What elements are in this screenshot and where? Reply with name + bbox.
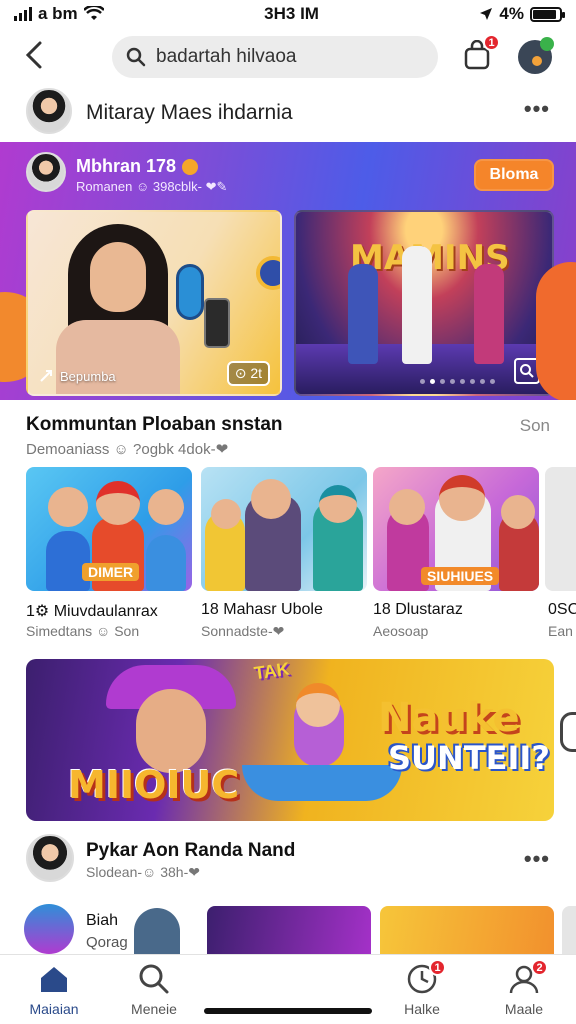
promo-right-subtitle: SUNTEII? <box>388 739 550 777</box>
search-icon <box>126 47 146 67</box>
clock: 3H3 IM <box>264 4 319 23</box>
nav-home[interactable]: Maiaian <box>14 963 94 1017</box>
nav-badge: 2 <box>531 959 548 976</box>
profile-indicator <box>532 56 542 66</box>
nav-profile[interactable]: 2 Maale <box>484 959 564 1017</box>
row-sublabel: Qorag <box>86 934 128 951</box>
hero-card-video[interactable]: Bepumba ⊙ 2t <box>26 210 282 396</box>
video-tile[interactable] <box>545 467 576 591</box>
tile-caption[interactable]: 1⚙ Miuvdaulanrax <box>26 601 158 621</box>
tile-banner: SIUHIUES <box>421 567 500 585</box>
video-tile[interactable]: DIMER <box>26 467 192 591</box>
search-icon <box>139 964 169 994</box>
nav-activity[interactable]: 1 Halke <box>382 959 462 1017</box>
nav-search[interactable]: Meneie <box>114 963 194 1017</box>
tile-subtitle: Sonnadste-❤ <box>201 623 285 639</box>
search-bar[interactable] <box>112 36 438 78</box>
profile-button[interactable] <box>518 37 554 74</box>
dancer-figure <box>348 264 378 364</box>
promo-banner[interactable]: MIIOIUC TAK Nauke SUNTEII? <box>26 659 554 821</box>
promo-kid-head <box>296 683 340 727</box>
home-icon <box>41 967 67 992</box>
row-label: Biah <box>86 912 119 929</box>
online-dot <box>540 37 554 51</box>
nav-label: Maiaian <box>29 1001 79 1017</box>
search-input[interactable] <box>156 46 416 68</box>
ring-illustration <box>256 256 280 290</box>
hero-avatar[interactable] <box>26 152 66 192</box>
channel-subtitle: Slodean-☺ 38h-❤ <box>86 864 200 880</box>
status-bar: a bm 3H3 IM 4% <box>0 0 576 28</box>
carrier-label: a bm <box>38 4 78 23</box>
verified-icon <box>182 158 199 175</box>
section-title[interactable]: Kommuntan Ploaban snstan <box>26 414 283 436</box>
signal-icon <box>14 7 32 21</box>
link-icon <box>40 370 52 382</box>
wifi-icon <box>83 6 104 20</box>
promo-face <box>136 689 206 773</box>
tile-banner: DIMER <box>82 563 140 581</box>
tile-caption[interactable]: 18 Dlustaraz <box>373 601 463 619</box>
card-count: ⊙ 2t <box>226 361 270 386</box>
hero-card-stage[interactable]: MAMINS <box>294 210 554 396</box>
nav-badge: 1 <box>429 959 446 976</box>
promo-boat <box>242 765 402 801</box>
hero-banner: Mbhran 178 Romanen ☺ 398cblk- ❤✎ Bloma B… <box>0 142 576 400</box>
section-side-label[interactable]: Son <box>520 416 550 436</box>
more-options-button[interactable]: ••• <box>524 846 550 872</box>
location-icon <box>480 8 493 20</box>
story-avatar[interactable] <box>134 908 180 954</box>
next-card-peek[interactable] <box>560 712 576 752</box>
notification-badge: 1 <box>483 34 500 51</box>
channel-name[interactable]: Pykar Aon Randa Nand <box>86 840 295 862</box>
dancer-figure <box>402 246 432 364</box>
top-bar: 1 <box>0 34 576 80</box>
story-avatar[interactable] <box>24 904 74 954</box>
nav-label: Maale <box>504 1001 544 1017</box>
channel-header: Mitaray Maes ihdarnia ••• <box>0 88 576 138</box>
hero-action-button[interactable]: Bloma <box>474 159 554 191</box>
promo-right-title: Nauke <box>378 695 520 741</box>
card-label-text: Bepumba <box>60 368 116 384</box>
video-tile[interactable] <box>380 906 554 954</box>
video-tile[interactable] <box>562 906 576 954</box>
zoom-icon <box>520 364 534 378</box>
video-tile[interactable]: SIUHIUES <box>373 467 539 591</box>
section-subtitle: Demoaniass ☺ ?ogbk 4dok-❤ <box>26 441 229 458</box>
notifications-button[interactable]: 1 <box>462 34 500 70</box>
channel-name[interactable]: Mitaray Maes ihdarnia <box>86 101 293 125</box>
promo-left-title: MIIOIUC <box>68 763 240 807</box>
carousel-dots <box>420 379 495 384</box>
card-label: Bepumba <box>38 368 116 384</box>
nav-label: Halke <box>404 1001 440 1017</box>
home-indicator[interactable] <box>204 1008 372 1014</box>
phone-illustration <box>204 298 230 348</box>
channel-avatar[interactable] <box>26 834 74 882</box>
channel-avatar[interactable] <box>26 88 72 134</box>
expand-button[interactable] <box>514 358 540 384</box>
nav-label: Meneie <box>131 1001 177 1017</box>
more-options-button[interactable]: ••• <box>524 96 550 122</box>
dancer-figure <box>474 264 504 364</box>
tile-caption[interactable]: 0SC <box>548 601 576 619</box>
battery-percent: 4% <box>499 4 524 23</box>
video-tile[interactable] <box>207 906 371 954</box>
tile-subtitle: Aeosoap <box>373 623 429 639</box>
back-button[interactable] <box>20 40 52 72</box>
tile-subtitle: Ean <box>548 623 573 639</box>
hero-subtitle: Romanen ☺ 398cblk- ❤✎ <box>76 179 228 194</box>
hero-title: Mbhran 178 <box>76 156 199 177</box>
chevron-left-icon <box>25 41 42 69</box>
video-tile[interactable] <box>201 467 367 591</box>
promo-sticker: TAK <box>252 659 291 684</box>
battery-icon <box>530 6 565 22</box>
channel-header-2: Pykar Aon Randa Nand Slodean-☺ 38h-❤ ••• <box>0 834 576 888</box>
tile-subtitle: Simedtans ☺ Son <box>26 623 140 639</box>
hero-title-text: Mbhran 178 <box>76 156 177 176</box>
tile-caption[interactable]: 18 Mahasr Ubole <box>201 601 323 619</box>
gadget-illustration <box>176 264 204 320</box>
content-row: Biah Qorag <box>0 904 576 954</box>
